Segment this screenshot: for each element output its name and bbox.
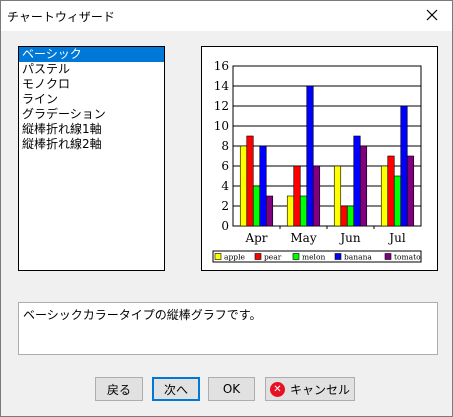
y-tick-label: 14 <box>214 79 230 93</box>
bar <box>299 195 308 227</box>
bar <box>286 195 295 227</box>
chart-wizard-dialog: チャートウィザード ベーシック パステル モノクロ ライン グラデーション 縦棒折れ線1軸… <box>0 0 453 417</box>
y-tick-label: 4 <box>221 179 229 193</box>
bar <box>340 205 348 227</box>
list-item[interactable]: モノクロ <box>19 77 164 92</box>
bar <box>346 205 355 227</box>
y-tick-label: 6 <box>221 159 229 173</box>
bar <box>306 85 314 227</box>
y-tick-label: 8 <box>221 139 229 153</box>
legend-swatch <box>254 253 262 260</box>
close-button[interactable] <box>412 1 452 29</box>
back-button-label: 戻る <box>106 382 131 397</box>
description-text: ベーシックカラータイプの縦棒グラフです。 <box>23 308 262 322</box>
legend-swatch <box>292 253 300 260</box>
y-tick-label: 16 <box>214 59 229 73</box>
x-tick-label: Jun <box>338 231 361 245</box>
y-tick-label: 10 <box>214 119 229 133</box>
legend-swatch <box>334 253 342 260</box>
y-tick-label: 0 <box>221 219 229 233</box>
bar <box>387 155 395 227</box>
cancel-button[interactable]: ✕ キャンセル <box>265 377 355 401</box>
legend-label: tomato <box>394 253 421 262</box>
chart-preview: 0 2 4 6 8 10 12 14 16 Apr May Jun Jul apple pear melon b… <box>201 46 438 271</box>
list-item[interactable]: パステル <box>19 62 164 77</box>
bar <box>259 145 267 227</box>
list-item[interactable]: ライン <box>19 92 164 107</box>
list-item[interactable]: 縦棒折れ線2軸 <box>19 137 164 152</box>
next-button[interactable]: 次へ <box>152 377 200 401</box>
bar <box>312 165 321 227</box>
x-tick-label: May <box>290 231 316 245</box>
x-tick-label: Apr <box>244 231 267 245</box>
description-box: ベーシックカラータイプの縦棒グラフです。 <box>18 302 438 355</box>
cancel-button-label: キャンセル <box>289 382 350 397</box>
back-button[interactable]: 戻る <box>95 377 143 401</box>
bar <box>239 145 248 227</box>
close-icon <box>426 9 438 21</box>
bar <box>353 135 361 227</box>
list-item[interactable]: グラデーション <box>19 107 164 122</box>
x-tick-label: Jul <box>387 231 406 245</box>
bar <box>265 195 274 227</box>
next-button-label: 次へ <box>163 382 188 397</box>
window-title: チャートウィザード <box>7 10 115 24</box>
bar <box>393 175 402 227</box>
bar <box>293 165 301 227</box>
legend-label: melon <box>302 253 325 262</box>
list-item[interactable]: ベーシック <box>19 47 164 62</box>
bar <box>359 145 368 227</box>
legend-label: pear <box>264 253 282 262</box>
bar <box>406 155 415 227</box>
ok-button-label: OK <box>222 382 241 396</box>
bar <box>246 135 254 227</box>
bar <box>380 165 389 227</box>
bar <box>333 165 342 227</box>
legend-swatch <box>214 253 222 260</box>
chart-style-list[interactable]: ベーシック パステル モノクロ ライン グラデーション 縦棒折れ線1軸 縦棒折れ線2軸 <box>18 46 165 271</box>
title-bar: チャートウィザード <box>1 1 452 31</box>
legend-label: banana <box>344 253 372 262</box>
bar-chart: 0 2 4 6 8 10 12 14 16 Apr May Jun Jul apple pear melon b… <box>212 59 422 263</box>
ok-button[interactable]: OK <box>208 377 255 401</box>
cancel-x-icon: ✕ <box>269 381 285 397</box>
y-tick-label: 12 <box>214 99 229 113</box>
y-tick-label: 2 <box>221 199 229 213</box>
list-item[interactable]: 縦棒折れ線1軸 <box>19 122 164 137</box>
legend-label: apple <box>224 253 245 262</box>
bar <box>252 185 261 227</box>
bar <box>400 105 408 227</box>
legend-swatch <box>384 253 392 260</box>
